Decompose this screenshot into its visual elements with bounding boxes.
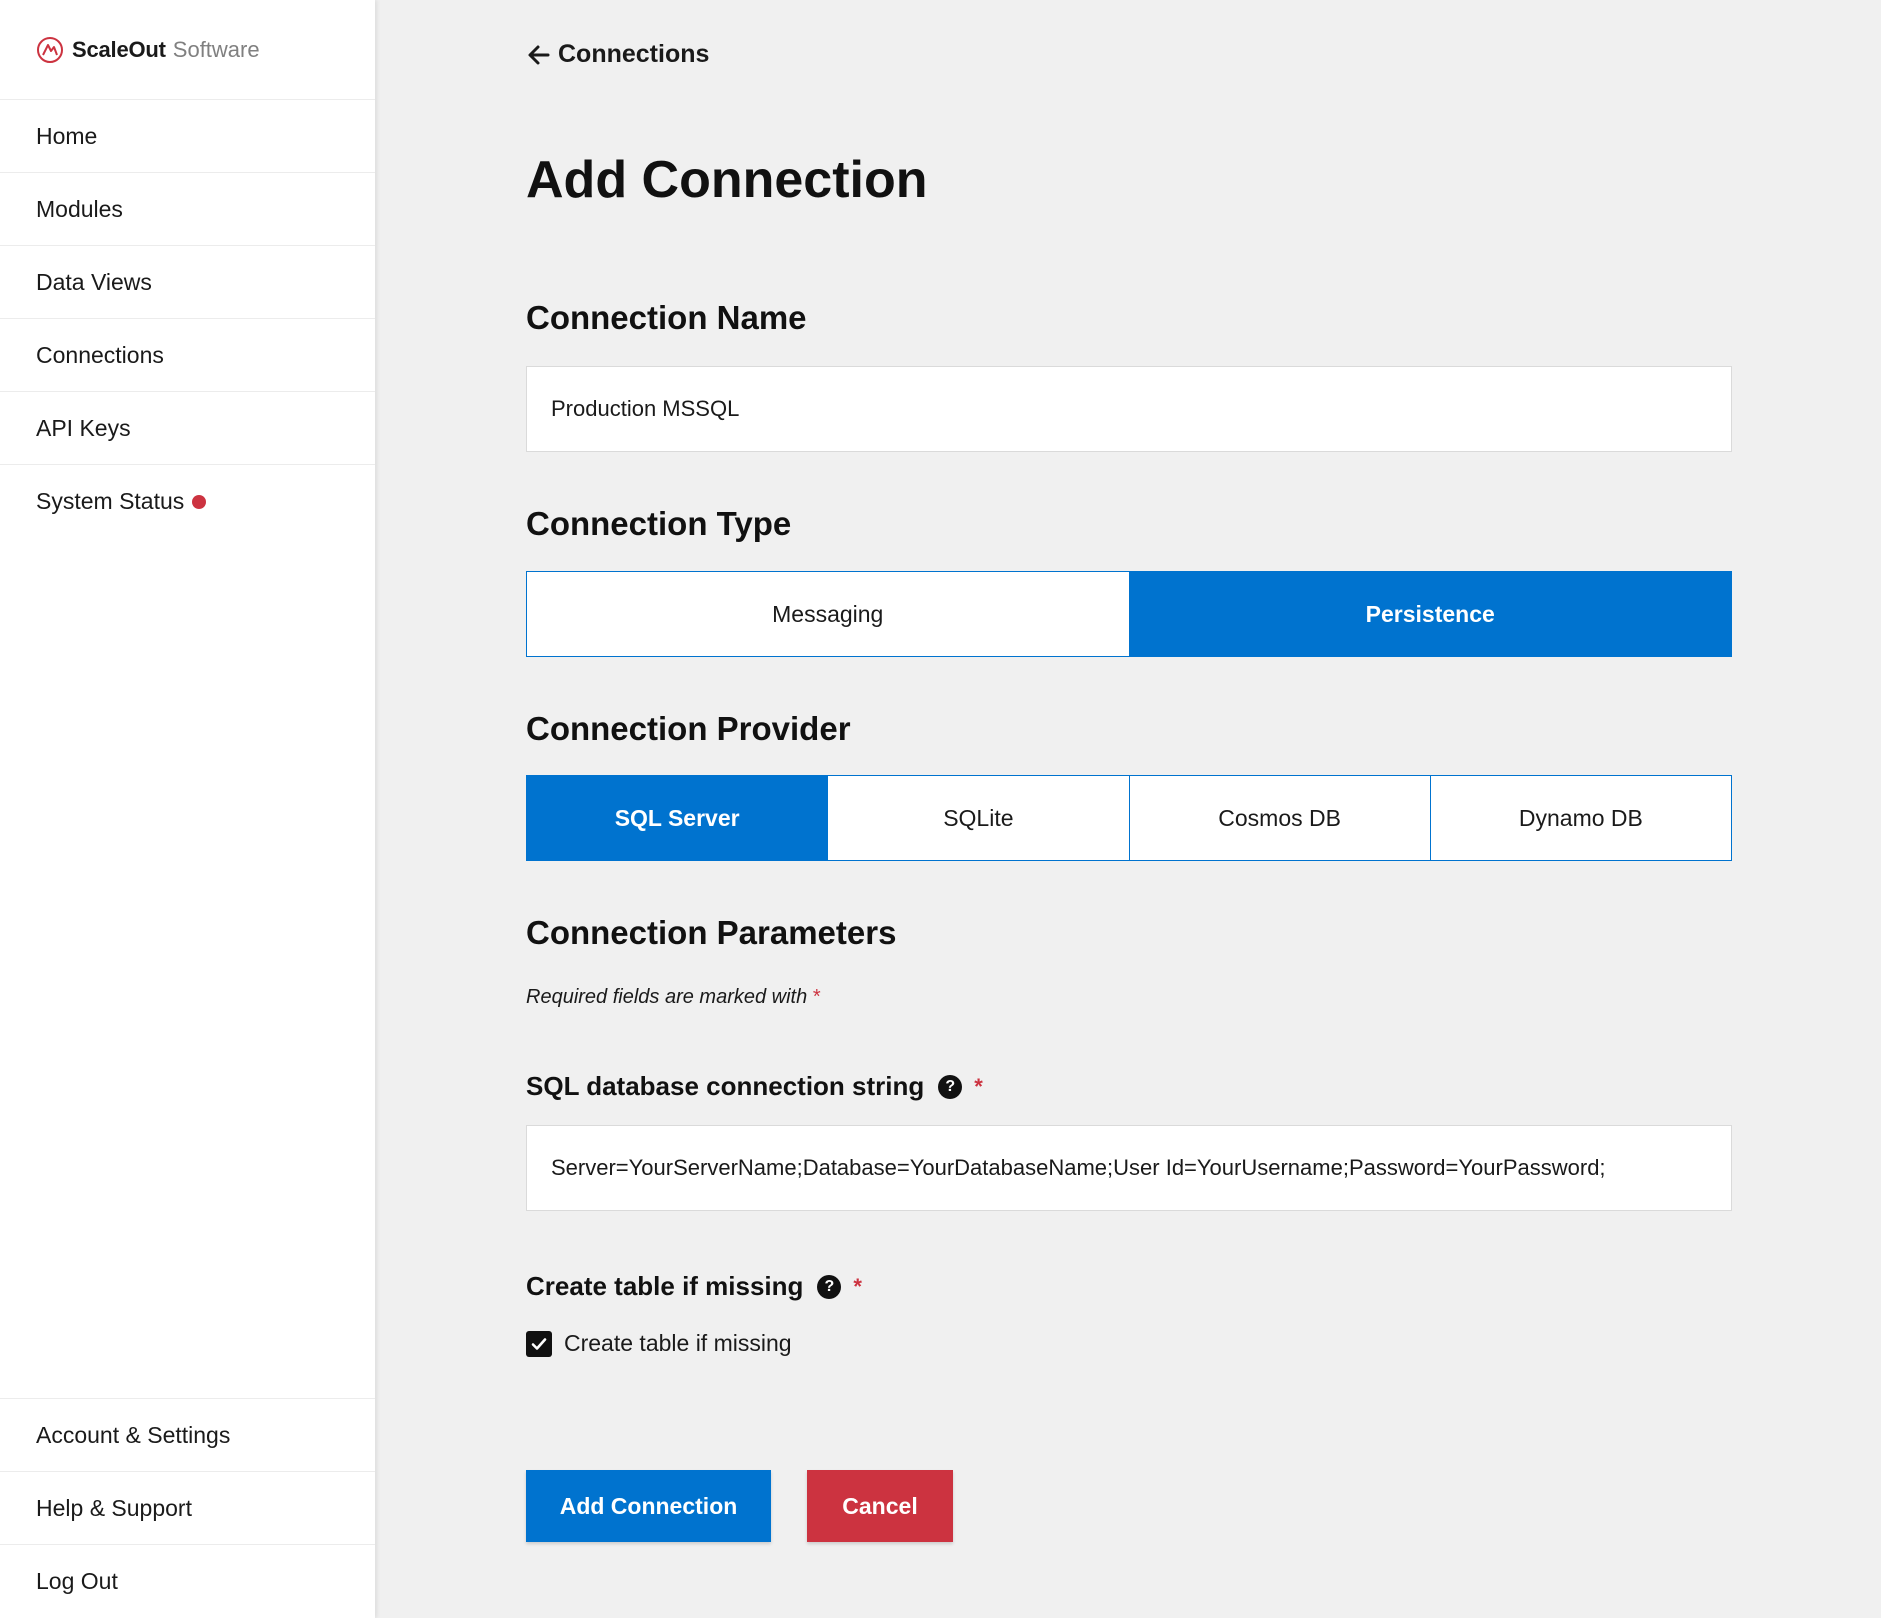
brand-logo[interactable]: ScaleOut Software	[0, 0, 375, 100]
sidebar-item-label: Log Out	[36, 1568, 118, 1594]
required-fields-note: Required fields are marked with *	[526, 986, 821, 1009]
connection-name-input[interactable]	[526, 366, 1732, 452]
sidebar-item-api-keys[interactable]: API Keys	[0, 392, 375, 465]
status-alert-dot	[192, 494, 207, 509]
create-table-checkbox-row[interactable]: Create table if missing	[526, 1330, 792, 1357]
sidebar-item-log-out[interactable]: Log Out	[0, 1545, 375, 1618]
sidebar-bottom-nav: Account & Settings Help & Support Log Ou…	[0, 1398, 375, 1618]
sidebar-item-help-support[interactable]: Help & Support	[0, 1472, 375, 1545]
connection-provider-heading: Connection Provider	[526, 710, 851, 747]
required-marker: *	[812, 986, 821, 1008]
create-table-checkbox[interactable]	[526, 1330, 552, 1357]
connection-type-heading: Connection Type	[526, 505, 792, 542]
connection-type-messaging[interactable]: Messaging	[527, 572, 1130, 656]
connection-type-selector: Messaging Persistence	[526, 571, 1732, 657]
required-marker: *	[853, 1273, 862, 1299]
sidebar-item-system-status[interactable]: System Status	[0, 465, 375, 538]
scaleout-logo-icon	[37, 36, 63, 63]
connection-parameters-heading: Connection Parameters	[526, 914, 897, 951]
create-table-label: Create table if missing ? *	[526, 1271, 862, 1302]
back-link-label: Connections	[558, 40, 710, 68]
connection-provider-selector: SQL Server SQLite Cosmos DB Dynamo DB	[526, 775, 1732, 861]
sidebar: ScaleOut Software Home Modules Data View…	[0, 0, 375, 1618]
sidebar-item-label: Modules	[36, 195, 123, 222]
sidebar-item-label: Account & Settings	[36, 1421, 231, 1448]
sidebar-item-data-views[interactable]: Data Views	[0, 246, 375, 319]
sidebar-nav: Home Modules Data Views Connections API …	[0, 100, 375, 538]
help-icon[interactable]: ?	[938, 1074, 963, 1099]
checkmark-icon	[531, 1337, 547, 1350]
provider-cosmos-db[interactable]: Cosmos DB	[1129, 776, 1431, 860]
page-title: Add Connection	[526, 151, 928, 209]
sidebar-item-connections[interactable]: Connections	[0, 319, 375, 392]
help-icon[interactable]: ?	[817, 1274, 842, 1299]
add-connection-button[interactable]: Add Connection	[526, 1470, 771, 1542]
sidebar-item-account-settings[interactable]: Account & Settings	[0, 1399, 375, 1472]
back-to-connections-link[interactable]: Connections	[526, 40, 709, 69]
provider-sqlite[interactable]: SQLite	[828, 776, 1130, 860]
sidebar-item-label: System Status	[36, 488, 185, 514]
brand-suffix: Software	[172, 36, 260, 62]
required-marker: *	[974, 1073, 983, 1099]
sidebar-item-modules[interactable]: Modules	[0, 173, 375, 246]
sidebar-item-label: Help & Support	[36, 1494, 192, 1521]
connection-name-heading: Connection Name	[526, 299, 807, 336]
sidebar-item-label: API Keys	[36, 414, 131, 441]
sidebar-item-home[interactable]: Home	[0, 100, 375, 173]
connection-type-persistence[interactable]: Persistence	[1129, 572, 1731, 656]
connection-string-input[interactable]	[526, 1125, 1732, 1211]
sidebar-item-label: Home	[36, 122, 98, 149]
create-table-checkbox-label: Create table if missing	[564, 1330, 792, 1356]
brand-name: ScaleOut	[72, 36, 166, 62]
create-table-label-text: Create table if missing	[526, 1271, 804, 1301]
arrow-left-icon	[528, 45, 550, 64]
connection-string-label-text: SQL database connection string	[526, 1071, 925, 1101]
cancel-button[interactable]: Cancel	[807, 1470, 953, 1542]
required-note-text: Required fields are marked with	[526, 986, 808, 1008]
sidebar-item-label: Data Views	[36, 268, 152, 295]
provider-sql-server[interactable]: SQL Server	[527, 776, 829, 860]
sidebar-item-label: Connections	[36, 341, 164, 368]
connection-string-label: SQL database connection string ? *	[526, 1071, 983, 1102]
provider-dynamo-db[interactable]: Dynamo DB	[1430, 776, 1731, 860]
